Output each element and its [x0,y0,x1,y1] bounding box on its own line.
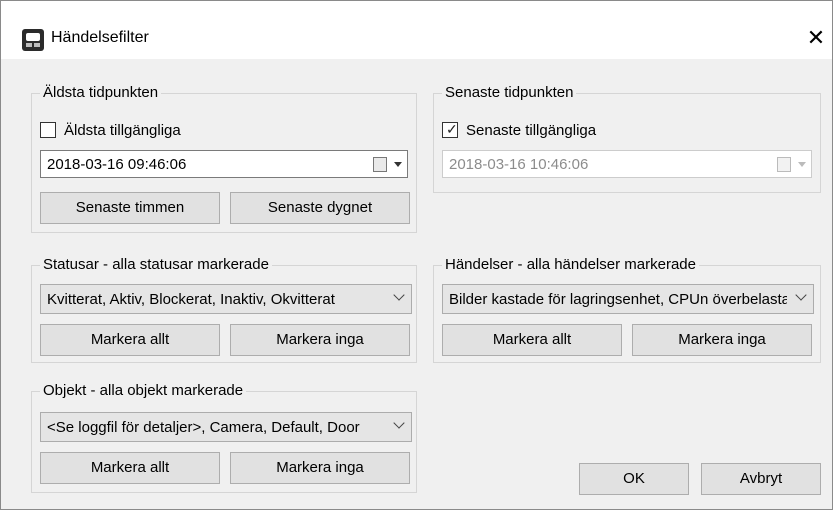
statuses-group: Statusar - alla statusar markerade Kvitt… [31,256,417,363]
events-legend: Händelser - alla händelser markerade [442,256,699,273]
close-icon[interactable]: ✕ [801,23,831,53]
statuses-select-none-button[interactable]: Markera inga [230,324,410,356]
last-day-button[interactable]: Senaste dygnet [230,192,410,224]
dropdown-arrow-icon [798,162,806,167]
calendar-icon[interactable] [373,157,387,172]
objects-select-all-button[interactable]: Markera allt [40,452,220,484]
latest-time-legend: Senaste tidpunkten [442,84,577,101]
oldest-time-legend: Äldsta tidpunkten [40,84,162,101]
checkbox-box[interactable]: ✓ [442,121,458,138]
latest-available-label: Senaste tillgängliga [466,122,597,139]
calendar-icon [777,157,791,172]
objects-group: Objekt - alla objekt markerade <Se loggf… [31,382,417,493]
latest-datetime-value: 2018-03-16 10:46:06 [449,156,589,173]
chevron-down-icon[interactable] [393,289,405,301]
events-group: Händelser - alla händelser markerade Bil… [433,256,821,363]
oldest-datetime-picker[interactable]: 2018-03-16 09:46:06 [40,150,408,178]
oldest-available-label: Äldsta tillgängliga [64,122,181,139]
statuses-legend: Statusar - alla statusar markerade [40,256,272,273]
chevron-down-icon[interactable] [393,417,405,429]
check-icon: ✓ [446,121,458,137]
events-dropdown[interactable]: Bilder kastade för lagringsenhet, CPUn ö… [442,284,814,314]
events-select-all-button[interactable]: Markera allt [442,324,622,356]
oldest-datetime-value: 2018-03-16 09:46:06 [47,156,187,173]
objects-select-none-button[interactable]: Markera inga [230,452,410,484]
oldest-time-group: Äldsta tidpunkten Äldsta tillgängliga 20… [31,84,417,233]
cancel-button[interactable]: Avbryt [701,463,821,495]
event-filter-dialog: Händelsefilter ✕ Äldsta tidpunkten Äldst… [0,0,833,510]
dropdown-arrow-icon[interactable] [394,162,402,167]
last-hour-button[interactable]: Senaste timmen [40,192,220,224]
window-title: Händelsefilter [51,29,149,46]
objects-dropdown[interactable]: <Se loggfil för detaljer>, Camera, Defau… [40,412,412,442]
events-selected: Bilder kastade för lagringsenhet, CPUn ö… [449,291,787,308]
app-icon [22,29,44,51]
latest-datetime-picker: 2018-03-16 10:46:06 [442,150,812,178]
statuses-selected: Kvitterat, Aktiv, Blockerat, Inaktiv, Ok… [47,291,335,308]
checkbox-box[interactable] [40,122,56,138]
objects-legend: Objekt - alla objekt markerade [40,382,247,399]
title-bar: Händelsefilter ✕ [1,1,832,59]
events-select-none-button[interactable]: Markera inga [632,324,812,356]
latest-time-group: Senaste tidpunkten ✓ Senaste tillgänglig… [433,84,821,193]
ok-button[interactable]: OK [579,463,689,495]
statuses-select-all-button[interactable]: Markera allt [40,324,220,356]
statuses-dropdown[interactable]: Kvitterat, Aktiv, Blockerat, Inaktiv, Ok… [40,284,412,314]
objects-selected: <Se loggfil för detaljer>, Camera, Defau… [47,419,360,436]
chevron-down-icon[interactable] [795,289,807,301]
